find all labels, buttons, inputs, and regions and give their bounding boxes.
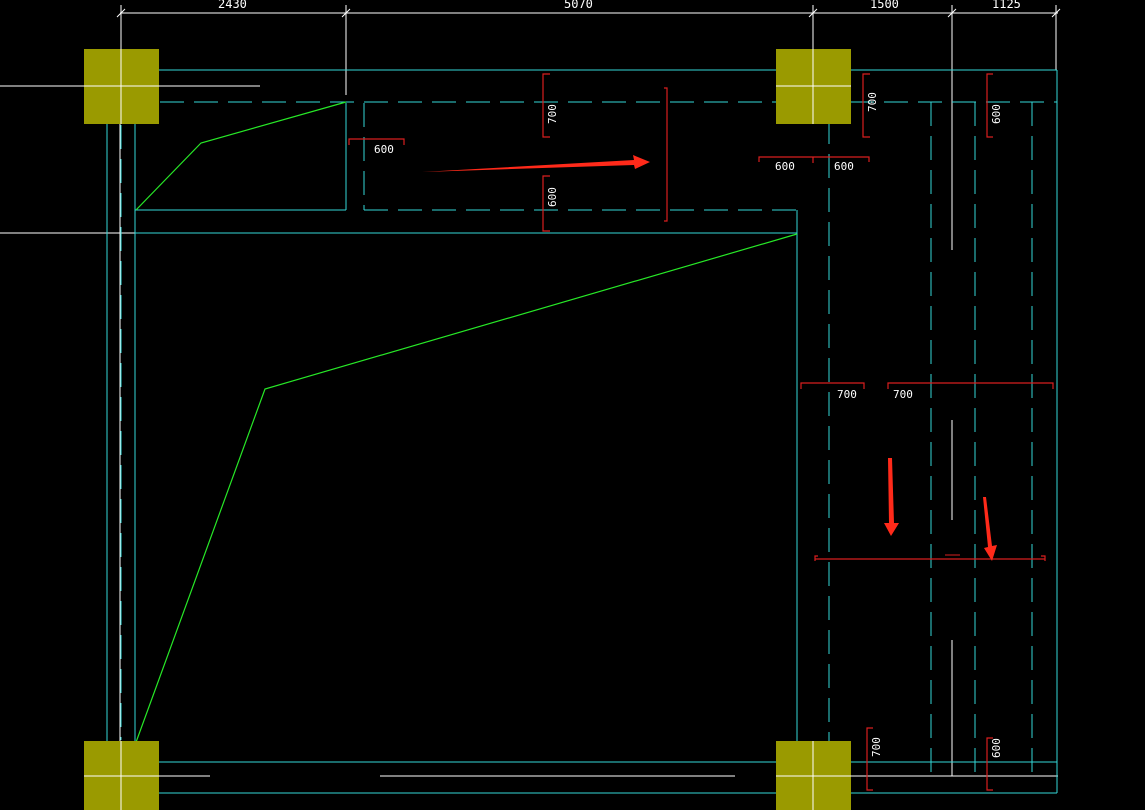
rebar-label-right-top-600: 600 [990, 104, 1003, 124]
dimension-label-1125: 1125 [992, 0, 1021, 11]
dimension-label-5070: 5070 [564, 0, 593, 11]
dimension-label-1500: 1500 [870, 0, 899, 11]
rebar-label-right-top-700: 700 [866, 92, 879, 112]
column-bottom-right [776, 741, 851, 810]
rebar-label-bottom-700: 700 [870, 737, 883, 757]
rebar-label-upper-600-vertical: 600 [546, 187, 559, 207]
rebar-label-center-600-left: 600 [775, 160, 795, 173]
rebar-label-center-600-right: 600 [834, 160, 854, 173]
cad-drawing-canvas[interactable]: 2430 5070 1500 1125 700 600 600 700 600 … [0, 0, 1145, 810]
rebar-label-upper-600-horizontal: 600 [374, 143, 394, 156]
dimension-label-2430: 2430 [218, 0, 247, 11]
rebar-label-mid-700-left: 700 [837, 388, 857, 401]
rebar-label-mid-700-right: 700 [893, 388, 913, 401]
rebar-label-upper-700: 700 [546, 104, 559, 124]
column-top-left [84, 49, 159, 124]
column-bottom-left [84, 741, 159, 810]
rebar-label-bottom-600: 600 [990, 738, 1003, 758]
column-top-right [776, 49, 851, 124]
